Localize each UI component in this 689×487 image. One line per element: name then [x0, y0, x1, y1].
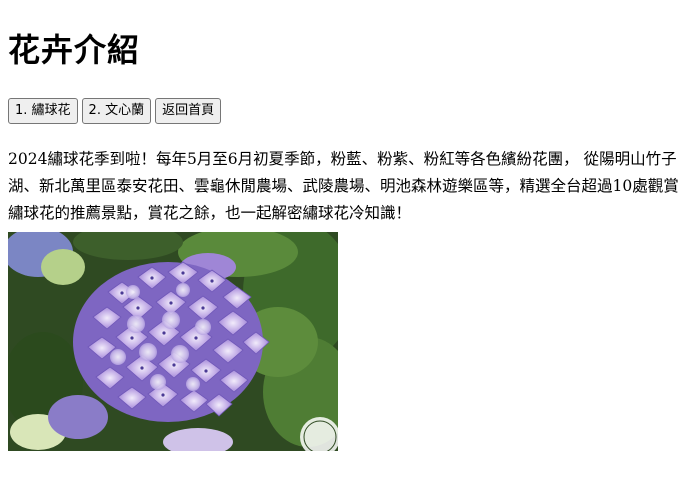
hydrangea-button[interactable]: 1. 繡球花	[8, 98, 78, 124]
oncidium-button[interactable]: 2. 文心蘭	[81, 98, 152, 124]
intro-paragraph: 2024繡球花季到啦！每年5月至6月初夏季節，粉藍、粉紫、粉紅等各色繽紛花團， …	[8, 150, 679, 222]
hydrangea-photo	[8, 232, 338, 451]
page-title: 花卉介紹	[8, 31, 141, 69]
button-row: 1. 繡球花 2. 文心蘭 返回首頁	[8, 98, 222, 124]
back-home-button[interactable]: 返回首頁	[155, 98, 222, 124]
